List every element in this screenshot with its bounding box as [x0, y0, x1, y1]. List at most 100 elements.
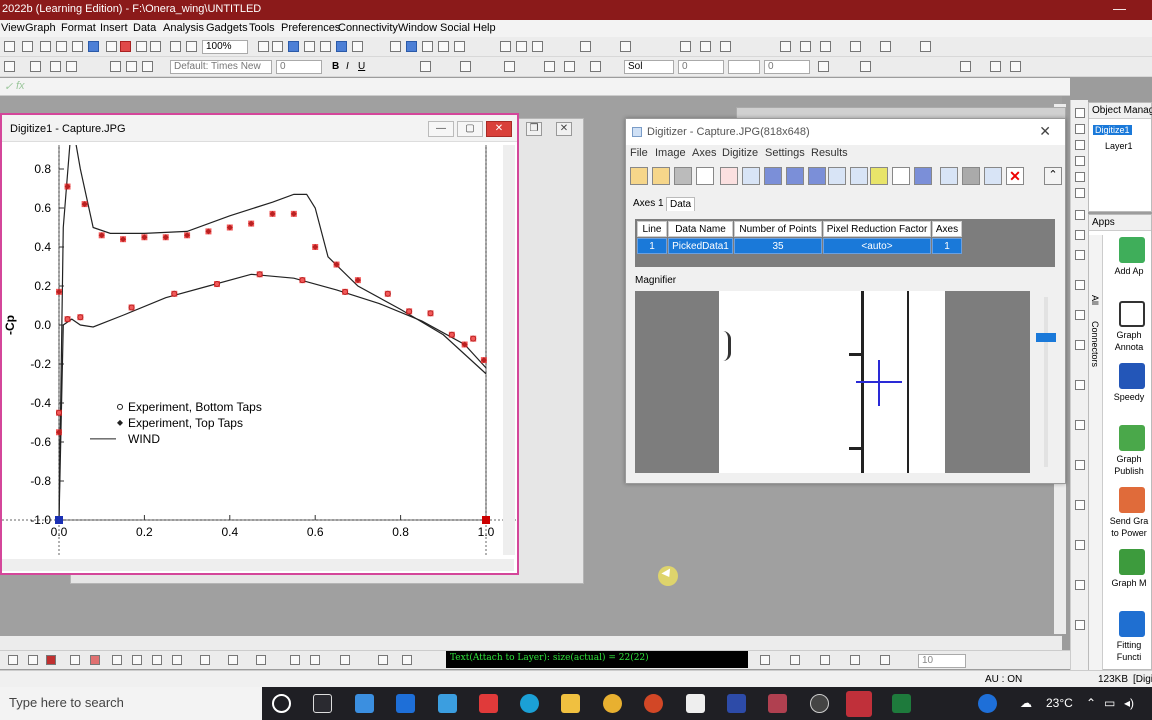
tool-icon[interactable]: [1075, 580, 1085, 590]
order-tool-icon[interactable]: [378, 655, 388, 665]
add-line-icon[interactable]: [940, 167, 958, 185]
axis-y-icon[interactable]: [700, 41, 711, 52]
tool-icon[interactable]: [1075, 210, 1085, 220]
arrange-tool-icon[interactable]: [256, 655, 266, 665]
auto-trace-icon[interactable]: [870, 167, 888, 185]
network-icon[interactable]: ▭: [1104, 696, 1115, 710]
spacing-tool-icon[interactable]: [340, 655, 350, 665]
distribute-icon[interactable]: [850, 655, 860, 665]
object-layer1[interactable]: Layer1: [1105, 141, 1133, 151]
digitizer-menu-settings[interactable]: Settings: [765, 147, 805, 159]
table-cell-data-name[interactable]: PickedData1: [668, 238, 733, 254]
table-cell-line[interactable]: 1: [637, 238, 667, 254]
line-tool-icon[interactable]: [28, 655, 38, 665]
polygon-tool-icon[interactable]: [152, 655, 162, 665]
line-style-select[interactable]: Sol: [624, 60, 674, 74]
graph-window-title-bar[interactable]: Digitize1 - Capture.JPG — ▢ ✕: [2, 115, 517, 142]
delta-x-icon[interactable]: [742, 167, 760, 185]
tool-icon[interactable]: [1075, 156, 1085, 166]
app-add-apps[interactable]: Add Ap: [1105, 237, 1152, 277]
digitizer-title-bar[interactable]: Digitizer - Capture.JPG(818x648) ✕: [626, 119, 1065, 145]
app-graph-annotation[interactable]: Graph Annota: [1105, 301, 1152, 353]
data-info-icon[interactable]: [438, 41, 449, 52]
col-header-axes[interactable]: Axes: [932, 221, 962, 237]
bold-button[interactable]: B: [332, 61, 339, 72]
edit-axes-icon[interactable]: [720, 167, 738, 185]
menu-analysis[interactable]: Analysis: [163, 22, 204, 34]
fill-color-icon[interactable]: [544, 61, 555, 72]
digitizer-menu-image[interactable]: Image: [655, 147, 686, 159]
rect-tool-icon[interactable]: [70, 655, 80, 665]
digitizer-icon[interactable]: [406, 41, 417, 52]
taskbar-search[interactable]: Type here to search: [0, 687, 262, 720]
powerpoint-icon[interactable]: [644, 694, 663, 713]
cortana-icon[interactable]: [272, 694, 291, 713]
col-header-data-name[interactable]: Data Name: [668, 221, 733, 237]
file-explorer-icon[interactable]: [561, 694, 580, 713]
back-icon[interactable]: [1010, 61, 1021, 72]
axis-x-icon[interactable]: [680, 41, 691, 52]
tool-icon[interactable]: [1075, 188, 1085, 198]
add-text-icon[interactable]: [454, 41, 465, 52]
rotate-icon[interactable]: [674, 167, 692, 185]
store-icon[interactable]: [438, 694, 457, 713]
italic-button[interactable]: I: [346, 61, 349, 72]
close-icon[interactable]: ✕: [486, 121, 512, 137]
line-width-select[interactable]: 0: [678, 60, 724, 74]
tool-icon[interactable]: [1075, 500, 1085, 510]
workspace-horizontal-scrollbar[interactable]: [0, 636, 1062, 650]
import-image-icon[interactable]: [652, 167, 670, 185]
digitizer-menu-axes[interactable]: Axes: [692, 147, 716, 159]
save-icon[interactable]: [136, 41, 147, 52]
distribute-icon[interactable]: [880, 655, 890, 665]
col-header-pixel-reduction[interactable]: Pixel Reduction Factor: [823, 221, 931, 237]
app-graph-publisher[interactable]: Graph Publish: [1105, 425, 1152, 477]
recalculate-icon[interactable]: [120, 41, 131, 52]
app-send-graphs[interactable]: Send Gra to Power: [1105, 487, 1152, 539]
minimize-icon[interactable]: —: [428, 121, 454, 137]
symbol-select[interactable]: [728, 60, 760, 74]
graph-window[interactable]: Digitize1 - Capture.JPG — ▢ ✕ 1.0 0.8 0.6 0…: [0, 113, 519, 575]
digitizer-menu-results[interactable]: Results: [811, 147, 848, 159]
magnifier-zoom-slider[interactable]: [1036, 297, 1056, 467]
marker-tool-icon[interactable]: [90, 655, 100, 665]
app-icon[interactable]: [810, 694, 829, 713]
tab-connectors[interactable]: Connectors: [1090, 321, 1100, 367]
delete-icon[interactable]: ✕: [1006, 167, 1024, 185]
close-icon[interactable]: ✕: [1039, 123, 1051, 140]
arrow-icon[interactable]: [880, 41, 891, 52]
table-cell-reduction[interactable]: <auto>: [823, 238, 931, 254]
previous-icon[interactable]: [800, 41, 811, 52]
menu-view[interactable]: View: [1, 22, 25, 34]
tool-icon[interactable]: [1075, 540, 1085, 550]
arrow-tool-icon[interactable]: [8, 655, 18, 665]
menu-gadgets[interactable]: Gadgets: [206, 22, 248, 34]
weather-icon[interactable]: ☁: [1020, 696, 1032, 710]
menu-social[interactable]: Social: [440, 22, 470, 34]
underline-button[interactable]: U: [358, 61, 365, 72]
import-icon[interactable]: [106, 41, 117, 52]
table-cell-points[interactable]: 35: [734, 238, 822, 254]
move-up-icon[interactable]: [850, 41, 861, 52]
line-color-icon[interactable]: [590, 61, 601, 72]
menu-data[interactable]: Data: [133, 22, 156, 34]
tool-icon[interactable]: [1075, 250, 1085, 260]
object-tool-icon[interactable]: [402, 655, 412, 665]
axis-z-icon[interactable]: [720, 41, 731, 52]
word-icon[interactable]: [686, 694, 705, 713]
rescale-icon[interactable]: [390, 41, 401, 52]
font-select[interactable]: Default: Times New: [170, 60, 272, 74]
drop-line-icon[interactable]: [850, 167, 868, 185]
distribute-icon[interactable]: [820, 655, 830, 665]
menu-insert[interactable]: Insert: [100, 22, 128, 34]
minimize-button[interactable]: —: [1113, 1, 1126, 16]
layout-icon[interactable]: [4, 61, 15, 72]
layer-tool-icon[interactable]: [200, 655, 210, 665]
edge-icon[interactable]: [520, 694, 539, 713]
project-explorer-icon[interactable]: [288, 41, 299, 52]
menu-preferences[interactable]: Preferences: [281, 22, 340, 34]
color-icon[interactable]: [66, 61, 77, 72]
col-header-number-of-points[interactable]: Number of Points: [734, 221, 822, 237]
notes-icon[interactable]: [88, 41, 99, 52]
restore-icon[interactable]: ❐: [526, 122, 542, 136]
